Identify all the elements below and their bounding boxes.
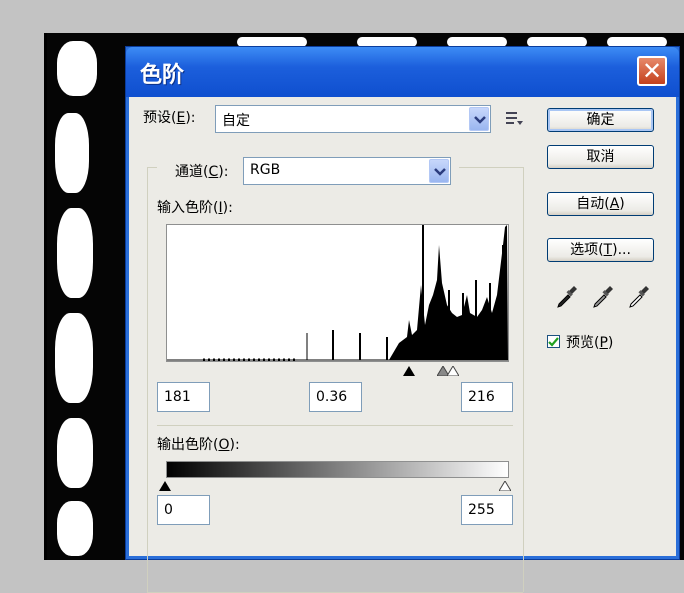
input-levels-label: 输入色阶(I):: [157, 200, 233, 216]
output-black-slider-icon[interactable]: [159, 479, 171, 495]
output-gradient-bar: [166, 461, 509, 478]
histogram: [166, 224, 509, 362]
output-white-slider-icon[interactable]: [498, 479, 512, 495]
cancel-button[interactable]: 取消: [547, 145, 654, 169]
input-white-field[interactable]: 216: [461, 382, 513, 412]
dialog-title: 色阶: [140, 63, 185, 88]
black-point-slider-icon[interactable]: [403, 364, 415, 380]
dialog-client-area: 预设(E): 自定 通道(C): RGB 输入色阶(I): 181 0.36 2…: [129, 97, 676, 593]
image-cell: [55, 313, 93, 403]
image-cell: [57, 208, 93, 298]
histogram-graph: [167, 225, 508, 362]
image-cell: [57, 501, 93, 556]
title-bar[interactable]: 色阶 ✕: [126, 47, 679, 97]
auto-button[interactable]: 自动(A): [547, 192, 654, 216]
preview-checkbox[interactable]: [547, 335, 560, 348]
image-cell: [57, 41, 97, 96]
output-white-field[interactable]: 255: [461, 495, 513, 525]
group-border: [459, 167, 523, 168]
white-point-slider-icon[interactable]: [446, 364, 460, 380]
channel-label: 通道(C):: [175, 164, 229, 180]
input-black-field[interactable]: 181: [157, 382, 210, 412]
preset-value: 自定: [222, 113, 250, 129]
preset-label: 预设(E):: [143, 110, 196, 126]
output-black-field[interactable]: 0: [157, 495, 210, 525]
output-levels-label: 输出色阶(O):: [157, 437, 240, 453]
levels-dialog: 色阶 ✕ 预设(E): 自定 通道(C): RGB 输入色阶(I): 181 0…: [125, 46, 680, 593]
image-cell: [55, 113, 89, 193]
close-icon[interactable]: ✕: [637, 56, 667, 86]
channel-dropdown[interactable]: RGB: [243, 157, 451, 185]
preset-options-icon[interactable]: [505, 109, 525, 131]
channel-value: RGB: [250, 162, 281, 178]
white-eyedropper-icon[interactable]: [627, 284, 649, 308]
options-button[interactable]: 选项(T)...: [547, 238, 654, 262]
input-gamma-field[interactable]: 0.36: [309, 382, 362, 412]
preview-label[interactable]: 预览(P): [566, 332, 613, 352]
dropdown-arrow-icon[interactable]: [469, 107, 489, 131]
image-cell: [57, 418, 93, 488]
preset-dropdown[interactable]: 自定: [215, 105, 491, 133]
ok-button[interactable]: 确定: [547, 108, 654, 132]
group-border: [147, 167, 157, 168]
group-border: [523, 167, 524, 592]
separator: [157, 425, 513, 426]
checkmark-icon: [548, 337, 559, 347]
gray-eyedropper-icon[interactable]: [591, 284, 613, 308]
black-eyedropper-icon[interactable]: [555, 284, 577, 308]
dropdown-arrow-icon[interactable]: [429, 159, 449, 183]
group-border: [147, 167, 148, 592]
